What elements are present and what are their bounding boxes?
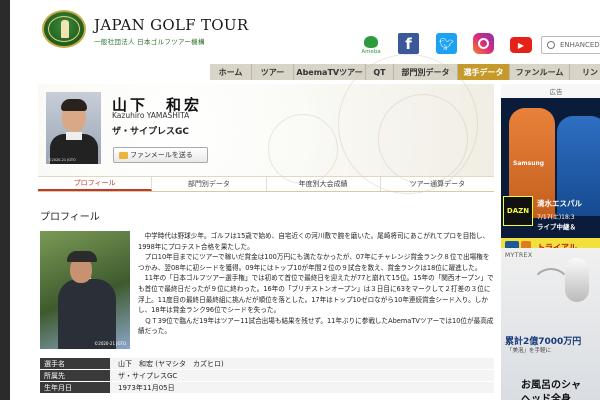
mytrex-ad-banner[interactable]: MYTREX 累計2億7000万円 「美泡」を手軽に お風呂のシャ ヘッド全身 [501,248,600,400]
profile-photo-credit: ©2020-21 JGTO [94,341,126,346]
dazn-ad-banner[interactable]: Samsung DAZN 清水エスパル 7/17(土)18:3 ライブ中継＆ [501,98,600,238]
facebook-icon[interactable]: f [398,33,419,54]
jgto-logo-icon[interactable] [42,10,86,48]
tab-yearly-results[interactable]: 年度別大会成績 [267,177,381,191]
ameba-label: Ameba [361,48,381,55]
shower-head-icon [565,258,589,302]
bio-paragraph: ＱＴ39位で臨んだ19年はツアー11試合出場も結果を残せず。11年ぶりに参戦した… [138,316,494,336]
twitter-icon[interactable]: 🐦︎ [436,33,457,54]
nav-item-players[interactable]: 選手データ [458,64,510,80]
ameba-link[interactable]: Ameba [360,33,382,57]
ad-text: ヘッド全身 [521,394,571,400]
fan-mail-label: ファンメールを送る [130,151,193,159]
nav-item-fanroom[interactable]: ファンルーム [510,64,570,80]
row-label: 所属先 [40,370,110,381]
row-label: 選手名 [40,358,110,369]
ad-brand: MYTREX [505,252,533,259]
row-value: 山下 和宏 (ヤマシタ カズヒロ) [110,358,494,369]
window-frame [0,0,10,400]
player-portrait: ©2020-21 JGTO [46,92,101,164]
nav-item-home[interactable]: ホーム [210,64,252,80]
site-header: JAPAN GOLF TOUR 一般社団法人 日本ゴルフツアー機構 Ameba … [10,0,600,64]
search-placeholder: ENHANCED [560,41,600,49]
ad-column: 広告 Samsung DAZN 清水エスパル 7/17(土)18:3 ライブ中継… [501,84,600,400]
row-label: 生年月日 [40,382,110,393]
ad-text: お風呂のシャ [521,380,581,391]
youtube-icon[interactable]: ▶ [510,37,532,53]
nav-item-tour[interactable]: ツアー [252,64,294,80]
profile-photo: ©2020-21 JGTO [40,231,130,349]
site-subtitle: 一般社団法人 日本ゴルフツアー機構 [94,38,205,46]
ad-subline: 「美泡」を手軽に [507,348,552,354]
send-fan-mail-button[interactable]: ファンメールを送る [113,147,208,163]
profile-tabs: プロフィール 部門別データ 年度別大会成績 ツアー通算データ [38,176,494,192]
ad-subline: ライブ中継＆ [537,223,576,231]
table-row: 選手名 山下 和宏 (ヤマシタ カズヒロ) [40,358,494,370]
search-icon [547,41,555,49]
player-header: ©2020-21 JGTO [38,54,494,194]
tab-category-stats[interactable]: 部門別データ [152,177,267,191]
ameba-icon [364,35,378,48]
bio-paragraph: プロ10年目までにツアーで稼いだ賞金は100万円にも満たなかったが、07年にチャ… [138,253,490,272]
tab-profile[interactable]: プロフィール [38,177,153,191]
player-affiliation: ザ・サイプレスGC [112,127,189,137]
section-title: プロフィール [40,212,100,223]
bio-paragraph: 中学時代は野球少年。ゴルフは15歳で始め、自宅近くの河川敷で腕を磨いた。尾崎将司… [138,232,490,251]
player-name-roman: Kazuhiro YAMASHITA [112,111,190,120]
ad-headline: 清水エスパル [537,199,582,208]
tab-career-data[interactable]: ツアー通算データ [381,177,494,191]
portrait-credit: ©2020-21 JGTO [48,158,76,162]
player-details-table: 選手名 山下 和宏 (ヤマシタ カズヒロ) 所属先 ザ・サイプレスGC 生年月日… [40,358,494,394]
dazn-logo-icon: DAZN [503,196,533,226]
row-value: 1973年11月05日 [110,382,494,393]
page: JAPAN GOLF TOUR 一般社団法人 日本ゴルフツアー機構 Ameba … [10,0,600,400]
mail-icon [119,152,128,159]
ad-sponsor-text: Samsung [513,160,545,167]
table-row: 所属先 ザ・サイプレスGC [40,370,494,382]
row-value: ザ・サイプレスGC [110,370,494,381]
ad-label: 広告 [549,88,563,96]
ad-date: 7/17(土)18:3 [537,214,575,221]
table-row: 生年月日 1973年11月05日 [40,382,494,394]
site-title[interactable]: JAPAN GOLF TOUR [94,16,248,34]
bio-paragraph: 11年の「日本ゴルフツアー選手権」では初めて首位で最終日を迎えたが77と崩れて1… [138,274,494,315]
nav-item-links[interactable]: リン [570,64,600,80]
search-input[interactable]: ENHANCED [541,36,600,54]
player-biography: 中学時代は野球少年。ゴルフは15歳で始め、自宅近くの河川敷で腕を磨いた。尾崎将司… [138,231,494,337]
instagram-icon[interactable] [473,33,494,54]
